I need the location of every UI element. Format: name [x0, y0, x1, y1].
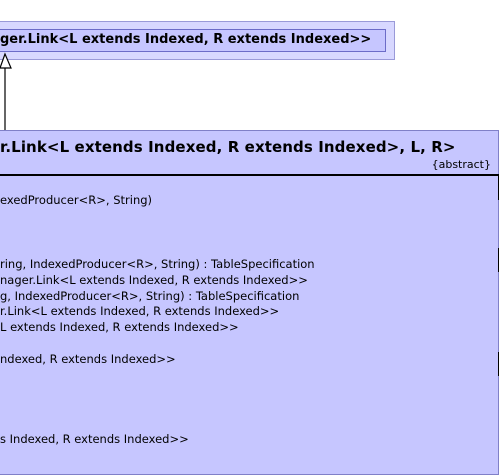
class-stereotype: {abstract}: [431, 158, 491, 171]
class-member: s Indexed, R extends Indexed>>: [0, 432, 189, 446]
class-member: r.Link<L extends Indexed, R extends Inde…: [0, 304, 280, 318]
class-member: nager.Link<L extends Indexed, R extends …: [0, 273, 308, 287]
class-member: ring, IndexedProducer<R>, String) : Tabl…: [0, 257, 315, 271]
class-member: exedProducer<R>, String): [0, 193, 153, 207]
class-member: g, IndexedProducer<R>, String) : TableSp…: [0, 289, 300, 303]
inheritance-arrowhead-icon: [0, 52, 12, 69]
class-title: r.Link<L extends Indexed, R extends Inde…: [0, 138, 456, 156]
compartment-divider: [0, 174, 499, 176]
class-member: ndexed, R extends Indexed>>: [0, 352, 176, 366]
class-member: L extends Indexed, R extends Indexed>>: [0, 320, 239, 334]
